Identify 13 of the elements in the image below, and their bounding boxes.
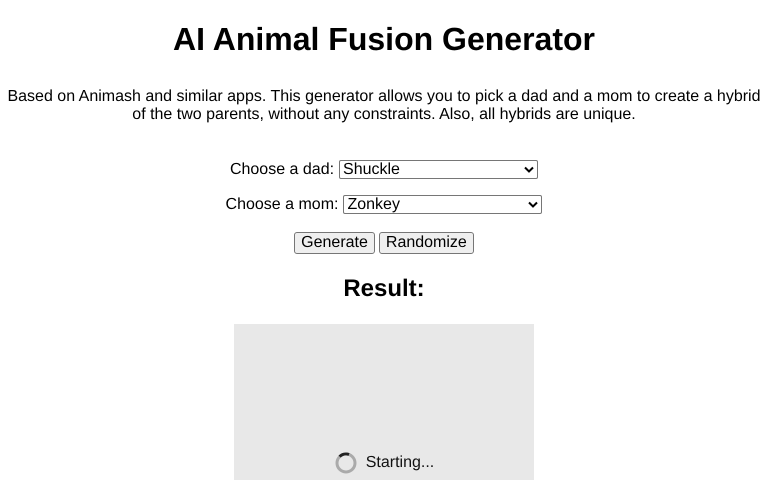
animal-select[interactable]: Zonkey xyxy=(343,195,542,214)
result-heading: Result: xyxy=(343,275,425,303)
chevron-down-icon xyxy=(528,201,538,208)
page-title: AI Animal Fusion Generator xyxy=(173,21,595,58)
description-text: Based on Animash and similar apps. This generator allows you to pick a dad and a mom to create a hybrid of the two parents, without any constraints. Also, all hybrids are unique. xyxy=(6,88,762,124)
select-label: Choose a mom: xyxy=(226,196,338,214)
animal-select[interactable]: Shuckle xyxy=(339,160,538,179)
action-button[interactable]: Generate xyxy=(294,232,375,254)
status-text: Starting... xyxy=(366,454,434,472)
loading-spinner-icon xyxy=(334,451,358,475)
action-button[interactable]: Randomize xyxy=(378,232,474,254)
chevron-down-icon xyxy=(524,166,534,173)
select-label: Choose a dad: xyxy=(230,160,334,178)
